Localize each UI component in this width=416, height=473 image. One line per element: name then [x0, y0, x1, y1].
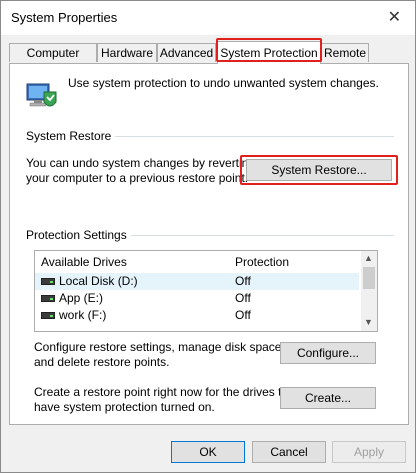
tab-strip: Computer Name Hardware Advanced System P… — [9, 38, 409, 79]
scroll-down-icon[interactable]: ▼ — [364, 317, 373, 327]
tab-advanced[interactable]: Advanced — [157, 43, 216, 62]
column-header-protection[interactable]: Protection — [235, 255, 289, 269]
intro-text: Use system protection to undo unwanted s… — [68, 76, 379, 90]
close-icon[interactable]: ✕ — [388, 7, 401, 27]
ok-button[interactable]: OK — [171, 441, 245, 463]
protection-settings-heading: Protection Settings — [26, 228, 131, 242]
tab-computer-name[interactable]: Computer Name — [9, 43, 97, 79]
drive-name: App (E:) — [59, 291, 104, 305]
computer-shield-icon — [26, 80, 58, 112]
system-restore-description: You can undo system changes by reverting… — [26, 156, 256, 185]
drives-list[interactable]: Available Drives Protection Local Disk (… — [34, 250, 378, 332]
drive-name: work (F:) — [59, 308, 107, 322]
column-header-drives[interactable]: Available Drives — [41, 255, 127, 269]
create-button[interactable]: Create... — [280, 387, 376, 409]
configure-button[interactable]: Configure... — [280, 342, 376, 364]
drive-icon — [41, 278, 55, 285]
drive-protection: Off — [235, 291, 251, 305]
tab-remote[interactable]: Remote — [321, 43, 369, 62]
apply-button[interactable]: Apply — [332, 441, 406, 463]
drive-protection: Off — [235, 308, 251, 322]
list-scrollbar[interactable]: ▲ ▼ — [361, 251, 377, 331]
drive-icon — [41, 312, 55, 319]
system-properties-window: System Properties ✕ Computer Name Hardwa… — [0, 0, 416, 473]
scroll-up-icon[interactable]: ▲ — [364, 253, 373, 263]
title-bar: System Properties ✕ — [1, 1, 415, 35]
cancel-button[interactable]: Cancel — [252, 441, 326, 463]
drive-name: Local Disk (D:) — [59, 274, 138, 288]
system-protection-panel: Use system protection to undo unwanted s… — [9, 63, 409, 425]
system-restore-highlight-box — [240, 155, 398, 185]
configure-description: Configure restore settings, manage disk … — [34, 340, 285, 369]
drive-icon — [41, 295, 55, 302]
drive-protection: Off — [235, 274, 251, 288]
list-item[interactable]: App (E:) Off — [35, 290, 359, 307]
tab-hardware[interactable]: Hardware — [97, 43, 157, 62]
tab-highlight-box — [216, 38, 322, 62]
scroll-thumb[interactable] — [363, 267, 375, 289]
system-restore-heading: System Restore — [26, 129, 116, 143]
list-item[interactable]: work (F:) Off — [35, 307, 359, 324]
window-title: System Properties — [11, 10, 118, 25]
list-item[interactable]: Local Disk (D:) Off — [35, 273, 359, 290]
create-description: Create a restore point right now for the… — [34, 385, 299, 414]
